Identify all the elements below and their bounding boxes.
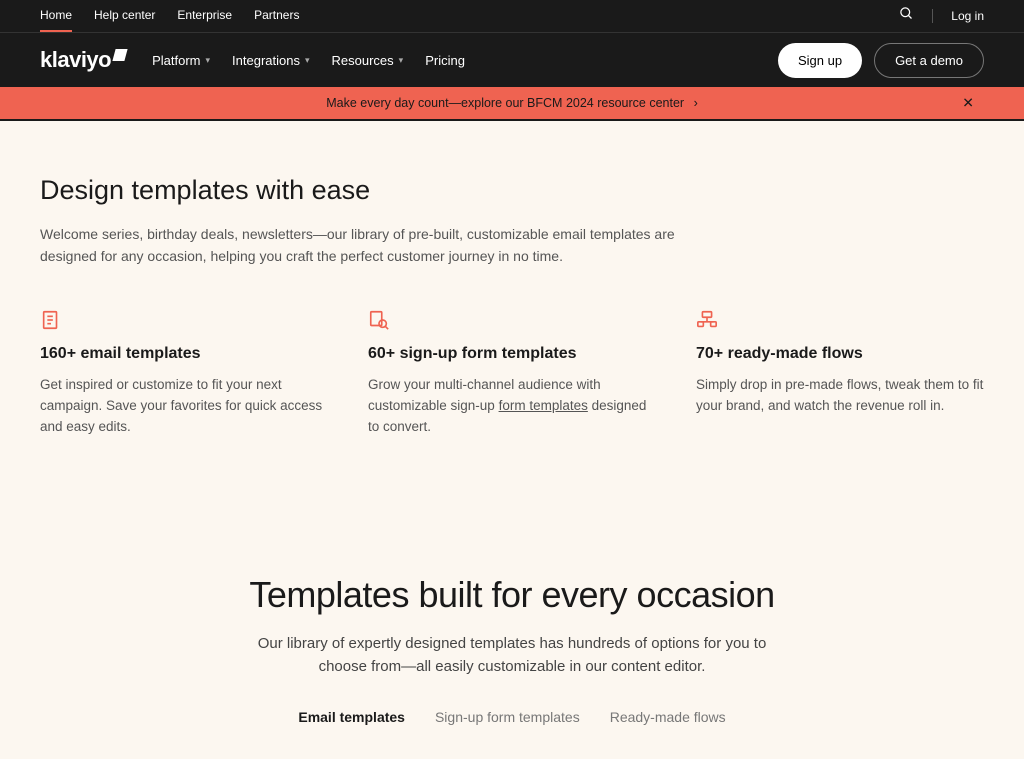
tab-email-templates[interactable]: Email templates — [298, 709, 405, 729]
login-link[interactable]: Log in — [951, 1, 984, 31]
topbar-right: Log in — [899, 1, 984, 31]
nav-label: Resources — [332, 53, 394, 68]
nav-resources[interactable]: Resources ▾ — [332, 53, 404, 68]
chevron-down-icon: ▾ — [206, 55, 211, 66]
topbar-link-home[interactable]: Home — [40, 0, 72, 32]
divider — [932, 9, 933, 23]
features-row: 160+ email templates Get inspired or cus… — [40, 309, 984, 438]
flow-icon — [696, 309, 718, 331]
nav-pricing[interactable]: Pricing — [425, 53, 465, 68]
signup-button[interactable]: Sign up — [778, 43, 862, 78]
logo-mark-icon — [113, 49, 128, 61]
topbar-link-help[interactable]: Help center — [94, 0, 155, 32]
nav-platform[interactable]: Platform ▾ — [152, 53, 210, 68]
nav-label: Pricing — [425, 53, 465, 68]
page-title: Design templates with ease — [40, 175, 984, 206]
nav-label: Integrations — [232, 53, 300, 68]
feature-flows: 70+ ready-made flows Simply drop in pre-… — [696, 309, 984, 438]
templates-section: Templates built for every occasion Our l… — [0, 478, 1024, 759]
form-search-icon — [368, 309, 390, 331]
feature-title: 60+ sign-up form templates — [368, 345, 656, 363]
brand-logo[interactable]: klaviyo — [40, 47, 126, 73]
topbar-links: Home Help center Enterprise Partners — [40, 0, 299, 32]
hero-section: Design templates with ease Welcome serie… — [0, 121, 1024, 478]
feature-body: Get inspired or customize to fit your ne… — [40, 375, 328, 438]
search-icon[interactable] — [899, 6, 914, 26]
document-icon — [40, 309, 62, 331]
top-utility-bar: Home Help center Enterprise Partners Log… — [0, 0, 1024, 32]
close-icon[interactable]: ✕ — [962, 95, 974, 112]
nav-integrations[interactable]: Integrations ▾ — [232, 53, 309, 68]
feature-body: Grow your multi-channel audience with cu… — [368, 375, 656, 438]
nav-label: Platform — [152, 53, 200, 68]
feature-body: Simply drop in pre-made flows, tweak the… — [696, 375, 984, 417]
get-demo-button[interactable]: Get a demo — [874, 43, 984, 78]
page-subtitle: Welcome series, birthday deals, newslett… — [40, 224, 680, 267]
section-title: Templates built for every occasion — [40, 574, 984, 616]
topbar-link-enterprise[interactable]: Enterprise — [177, 0, 232, 32]
chevron-down-icon: ▾ — [305, 55, 310, 66]
form-templates-link[interactable]: form templates — [499, 398, 588, 413]
topbar-link-partners[interactable]: Partners — [254, 0, 299, 32]
template-tabs: Email templates Sign-up form templates R… — [40, 709, 984, 729]
banner-text: Make every day count—explore our BFCM 20… — [326, 96, 684, 110]
section-subtitle: Our library of expertly designed templat… — [232, 632, 792, 679]
tab-flows[interactable]: Ready-made flows — [610, 709, 726, 729]
logo-text: klaviyo — [40, 47, 111, 73]
chevron-right-icon: › — [694, 96, 698, 110]
feature-title: 70+ ready-made flows — [696, 345, 984, 363]
chevron-down-icon: ▾ — [399, 55, 404, 66]
promo-banner[interactable]: Make every day count—explore our BFCM 20… — [0, 87, 1024, 121]
feature-signup-forms: 60+ sign-up form templates Grow your mul… — [368, 309, 656, 438]
feature-email-templates: 160+ email templates Get inspired or cus… — [40, 309, 328, 438]
feature-title: 160+ email templates — [40, 345, 328, 363]
main-navbar: klaviyo Platform ▾ Integrations ▾ Resour… — [0, 32, 1024, 87]
primary-nav: Platform ▾ Integrations ▾ Resources ▾ Pr… — [152, 53, 465, 68]
tab-signup-forms[interactable]: Sign-up form templates — [435, 709, 580, 729]
